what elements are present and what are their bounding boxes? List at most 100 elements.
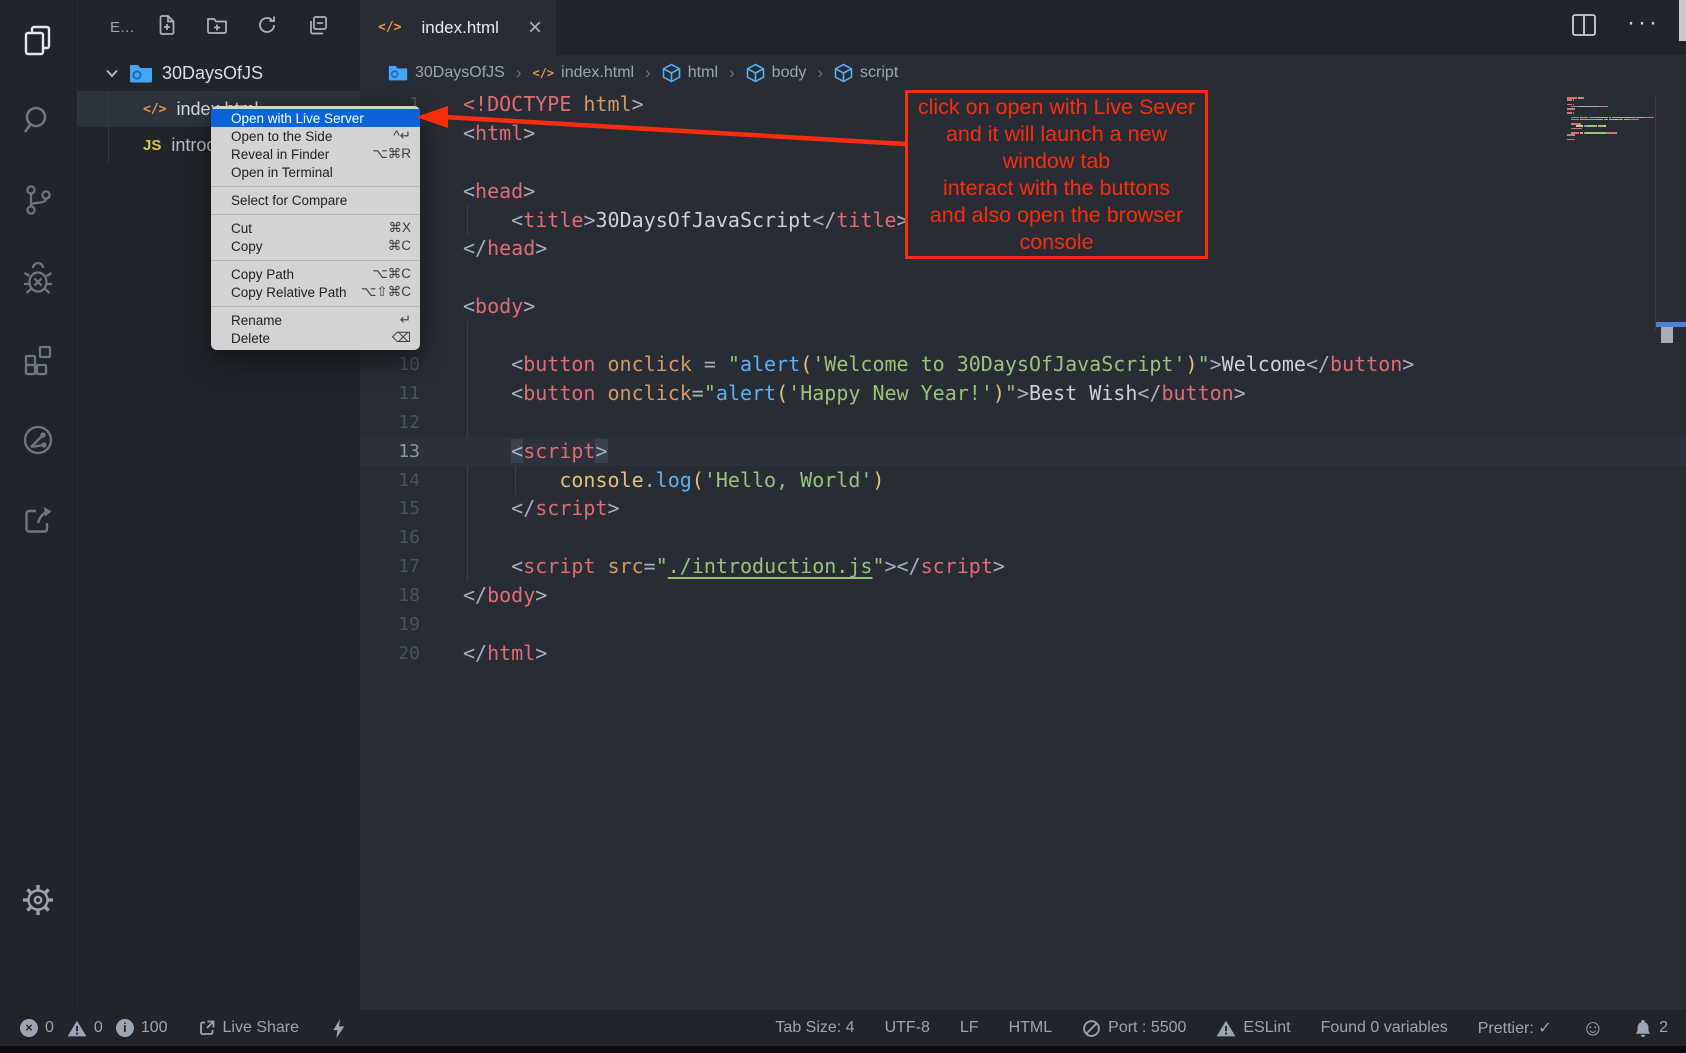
status-label: Port : 5500 xyxy=(1108,1019,1186,1037)
context-menu-item[interactable]: Copy Relative Path⌥⇧⌘C xyxy=(211,283,420,301)
new-file-icon[interactable] xyxy=(156,14,178,41)
code-line-8[interactable]: 8<body> xyxy=(360,292,1686,321)
menu-separator xyxy=(211,186,420,187)
collapse-folders-icon[interactable] xyxy=(306,14,328,41)
line-code: </body> xyxy=(463,581,547,610)
menu-item-shortcut: ^↵ xyxy=(393,128,411,144)
code-line-9[interactable]: 9 xyxy=(360,321,1686,350)
code-line-13[interactable]: 13 <script> xyxy=(360,437,1686,466)
breadcrumb-label: script xyxy=(860,64,898,82)
code-line-19[interactable]: 19 xyxy=(360,610,1686,639)
status-item-ESLint[interactable]: ESLint xyxy=(1216,1019,1290,1037)
menu-item-shortcut: ⌘X xyxy=(388,220,411,236)
breadcrumb-item-body[interactable]: body xyxy=(746,63,807,83)
code-line-14[interactable]: 14 console.log('Hello, World') xyxy=(360,466,1686,495)
context-menu-item[interactable]: Cut⌘X xyxy=(211,219,420,237)
settings-gear-icon[interactable] xyxy=(0,878,76,922)
bell-icon xyxy=(1634,1019,1652,1038)
status-item-2[interactable]: 2 xyxy=(1634,1019,1668,1038)
search-icon[interactable] xyxy=(0,98,75,142)
code-icon: </> xyxy=(532,66,554,80)
menu-item-shortcut: ⌫ xyxy=(392,330,411,346)
line-number: 16 xyxy=(360,527,420,548)
context-menu-item[interactable]: Open with Live Server xyxy=(211,109,420,127)
tab-bar: </> index.html × ··· xyxy=(360,0,1686,55)
explorer-icon[interactable] xyxy=(0,18,75,62)
more-actions-icon[interactable]: ··· xyxy=(1627,23,1660,33)
live-share-circle-icon[interactable] xyxy=(0,418,75,462)
status-item-lightning-icon[interactable] xyxy=(331,1018,346,1039)
context-menu-item[interactable]: Open to the Side^↵ xyxy=(211,127,420,145)
status-bar: ×0 0 i100 Live Share Tab Size: 4 UTF-8 LF HTML… xyxy=(0,1010,1686,1046)
code-line-12[interactable]: 12 xyxy=(360,408,1686,437)
status-item-Port : 5500[interactable]: Port : 5500 xyxy=(1082,1019,1186,1038)
context-menu-item[interactable]: Open in Terminal xyxy=(211,163,420,181)
status-item-0[interactable]: ×0 xyxy=(20,1019,54,1037)
info-icon: i xyxy=(116,1019,134,1037)
breadcrumb-label: html xyxy=(688,64,718,82)
html-file-icon: </> xyxy=(143,102,166,117)
new-folder-icon[interactable] xyxy=(206,14,228,41)
status-item-UTF-8[interactable]: UTF-8 xyxy=(885,1019,930,1037)
line-code: <html> xyxy=(463,119,535,148)
annotation-line: click on open with Live Sever xyxy=(918,94,1195,121)
status-item-Tab Size: 4[interactable]: Tab Size: 4 xyxy=(775,1019,854,1037)
tab-index-html[interactable]: </> index.html × xyxy=(360,0,556,55)
code-line-7[interactable]: 7 xyxy=(360,263,1686,292)
status-item-Live Share[interactable]: Live Share xyxy=(198,1019,300,1037)
line-number: 11 xyxy=(360,383,420,404)
context-menu-item[interactable]: Select for Compare xyxy=(211,191,420,209)
split-editor-icon[interactable] xyxy=(1571,13,1597,42)
cube-icon xyxy=(746,63,765,83)
line-code: <script> xyxy=(463,437,608,466)
breadcrumb-item-script[interactable]: script xyxy=(834,63,898,83)
breadcrumb-item-html[interactable]: html xyxy=(662,63,718,83)
code-line-16[interactable]: 16 xyxy=(360,523,1686,552)
context-menu-item[interactable]: Copy⌘C xyxy=(211,237,420,255)
menu-item-label: Open with Live Server xyxy=(231,111,411,126)
code-line-17[interactable]: 17 <script src="./introduction.js"></scr… xyxy=(360,552,1686,581)
status-label: 2 xyxy=(1659,1019,1668,1037)
menu-separator xyxy=(211,306,420,307)
code-line-15[interactable]: 15 </script> xyxy=(360,494,1686,523)
line-code: <body> xyxy=(463,292,535,321)
tree-root-label: 30DaysOfJS xyxy=(162,63,263,84)
menu-item-label: Open to the Side xyxy=(231,129,393,144)
code-line-11[interactable]: 11 <button onclick="alert('Happy New Yea… xyxy=(360,379,1686,408)
breadcrumb-item-30DaysOfJS[interactable]: 30DaysOfJS xyxy=(388,64,505,82)
source-control-icon[interactable] xyxy=(0,178,75,222)
close-icon[interactable]: × xyxy=(528,16,542,40)
activity-bar xyxy=(0,0,76,1010)
status-item-Prettier: ✓[interactable]: Prettier: ✓ xyxy=(1478,1018,1552,1038)
line-code: <!DOCTYPE html> xyxy=(463,90,644,119)
context-menu-item[interactable]: Delete⌫ xyxy=(211,329,420,347)
line-number: 18 xyxy=(360,585,420,606)
refresh-icon[interactable] xyxy=(256,14,278,41)
share-out-icon[interactable] xyxy=(0,498,75,542)
line-code: </head> xyxy=(463,234,547,263)
menu-item-shortcut: ⌘C xyxy=(388,238,411,254)
status-label: Tab Size: 4 xyxy=(775,1019,854,1037)
status-item-100[interactable]: i100 xyxy=(116,1019,168,1037)
window-bottom-edge xyxy=(0,1046,1686,1053)
code-line-20[interactable]: 20</html> xyxy=(360,639,1686,668)
chevron-down-icon xyxy=(103,64,121,82)
tree-root-folder[interactable]: 30DaysOfJS xyxy=(77,55,360,91)
smiley-icon: ☺ xyxy=(1582,1017,1604,1039)
code-line-18[interactable]: 18 </body> xyxy=(360,581,1686,610)
menu-item-shortcut: ↵ xyxy=(400,312,411,328)
extensions-icon[interactable] xyxy=(0,338,75,382)
status-item-LF[interactable]: LF xyxy=(960,1019,979,1037)
status-item-smiley-icon[interactable]: ☺ xyxy=(1582,1017,1604,1039)
context-menu-item[interactable]: Rename↵ xyxy=(211,311,420,329)
status-item-HTML[interactable]: HTML xyxy=(1009,1019,1053,1037)
breadcrumb-label: 30DaysOfJS xyxy=(415,64,505,82)
context-menu-item[interactable]: Reveal in Finder⌥⌘R xyxy=(211,145,420,163)
menu-item-label: Delete xyxy=(231,331,392,346)
status-item-0[interactable]: 0 xyxy=(67,1019,103,1037)
debug-icon[interactable] xyxy=(0,258,75,302)
context-menu-item[interactable]: Copy Path⌥⌘C xyxy=(211,265,420,283)
code-line-10[interactable]: 10 <button onclick = "alert('Welcome to … xyxy=(360,350,1686,379)
status-item-Found 0 variables[interactable]: Found 0 variables xyxy=(1321,1019,1448,1037)
breadcrumb-item-index.html[interactable]: </>index.html xyxy=(532,64,634,82)
